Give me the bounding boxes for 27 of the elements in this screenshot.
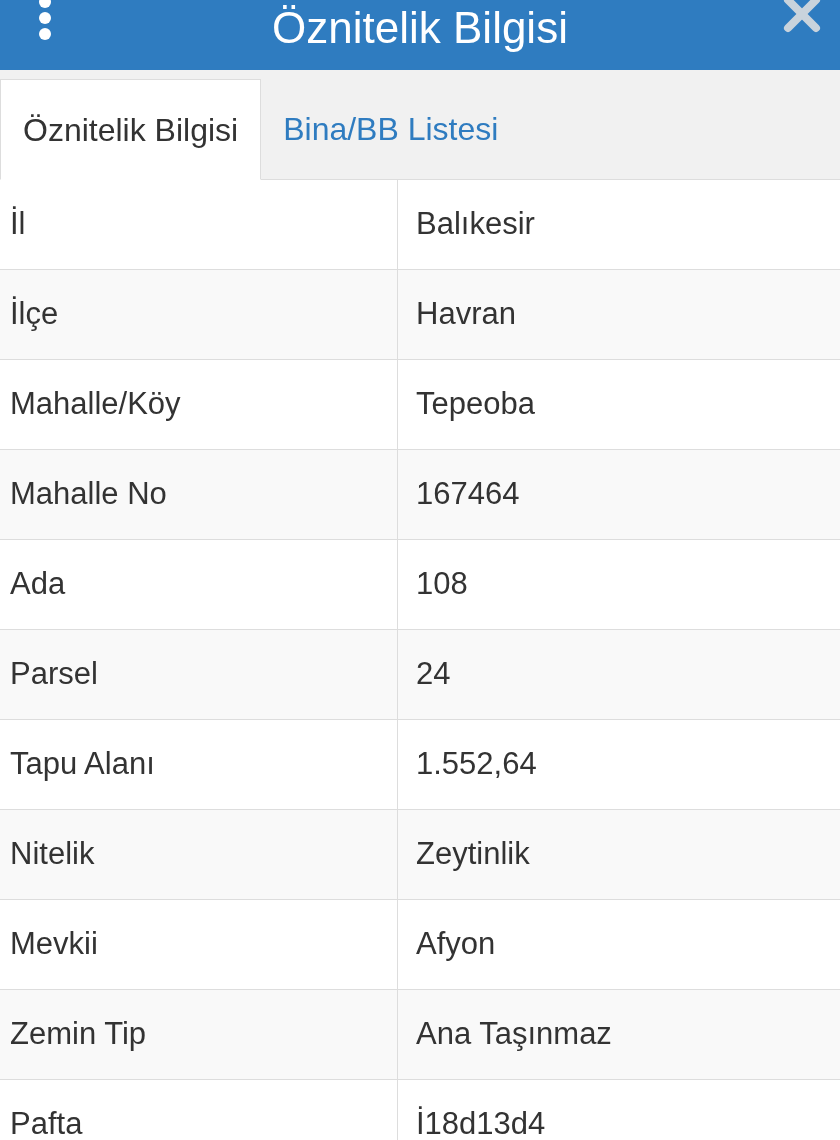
field-label: Ada: [0, 540, 398, 629]
field-value: Balıkesir: [415, 205, 536, 244]
field-value: 167464: [415, 475, 521, 514]
field-value: Afyon: [415, 925, 497, 964]
field-value: Tepeoba: [415, 385, 536, 424]
field-value: Zeytinlik: [415, 835, 531, 874]
tab[interactable]: Öznitelik Bilgisi: [0, 79, 262, 180]
field-value: Ana Taşınmaz: [415, 1015, 613, 1054]
field-label: Nitelik: [0, 810, 398, 899]
field-label: Pafta: [0, 1080, 398, 1140]
field-value: İ18d13d4: [415, 1105, 547, 1140]
field-label: Mevkii: [0, 900, 398, 989]
field-value: 1.552,64: [415, 745, 538, 784]
field-label: İlçe: [0, 270, 398, 359]
field-label: Tapu Alanı: [0, 720, 398, 809]
field-label: Zemin Tip: [0, 990, 398, 1079]
field-value: 108: [415, 565, 469, 604]
window-title: Öznitelik Bilgisi: [272, 6, 568, 50]
field-value: 24: [415, 655, 452, 694]
field-label: Parsel: [0, 630, 398, 719]
field-label: Mahalle No: [0, 450, 398, 539]
field-label: İl: [0, 180, 398, 269]
field-label: Mahalle/Köy: [0, 360, 398, 449]
menu-icon[interactable]: [36, 0, 54, 40]
field-value: Havran: [415, 295, 517, 334]
close-icon[interactable]: [782, 0, 822, 34]
tab[interactable]: Bina/BB Listesi: [261, 79, 521, 179]
